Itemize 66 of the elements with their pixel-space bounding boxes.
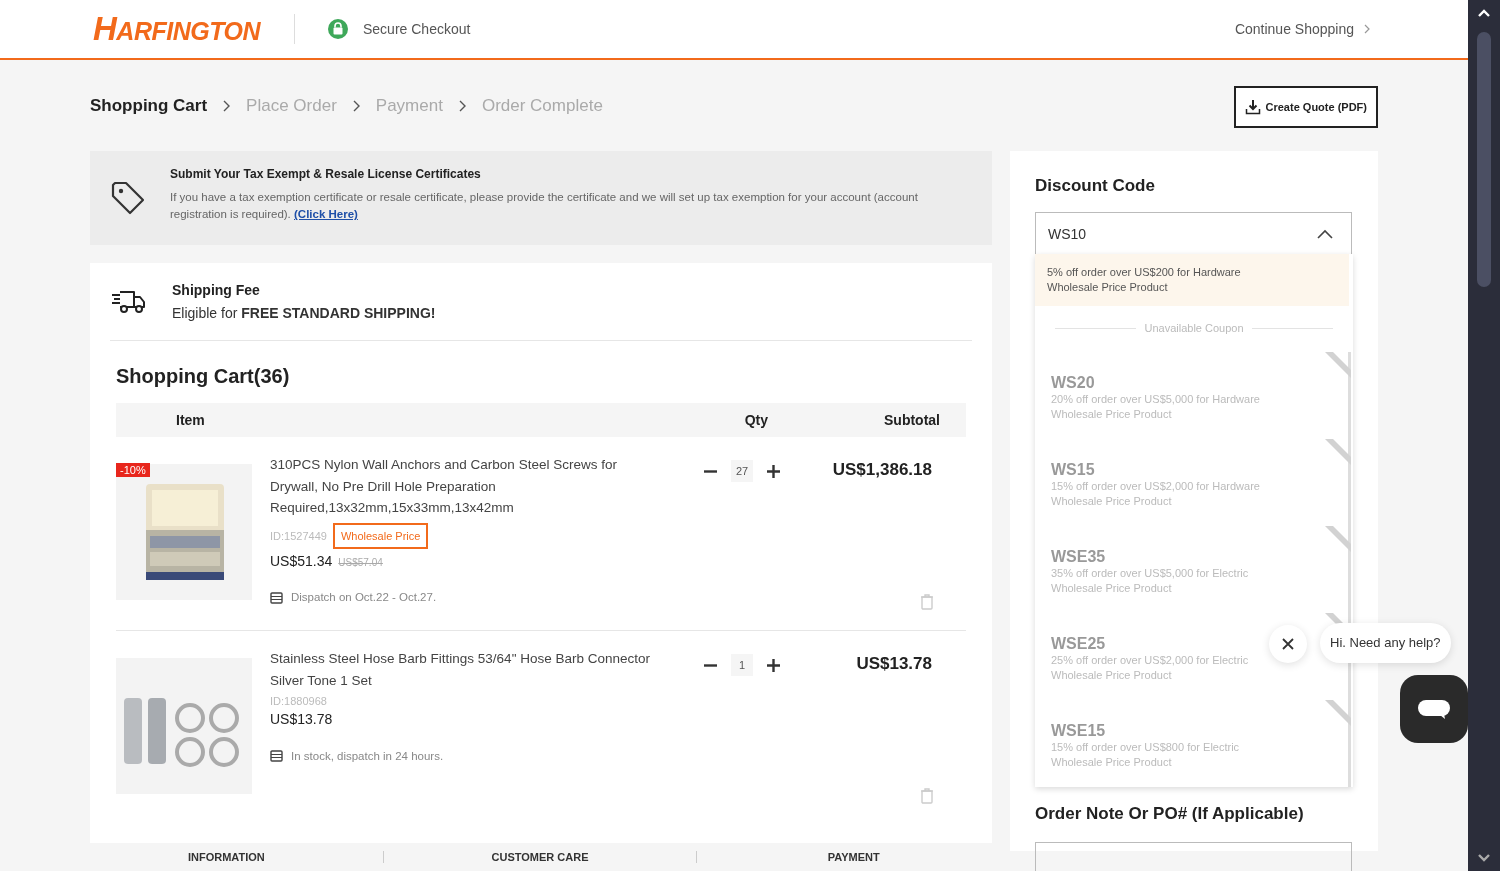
footer-heading[interactable]: INFORMATION [70, 851, 383, 863]
product-id: ID:1880968 [270, 695, 327, 707]
footer-heading[interactable]: CUSTOMER CARE [382, 851, 697, 863]
close-icon [1282, 638, 1294, 650]
checkout-step: Order Complete [481, 95, 603, 116]
create-quote-button[interactable]: Create Quote (PDF) [1233, 85, 1378, 128]
dispatch-info: In stock, dispatch in 24 hours. [291, 749, 444, 762]
coupon-description: 20% off order over US$5,000 for Hardware Wholesale Price Product [1051, 391, 1261, 422]
calendar-icon [270, 590, 283, 604]
discount-code-title: Discount Code [1035, 176, 1156, 196]
checkout-step: Shopping Cart [90, 95, 208, 116]
column-header: Subtotal [884, 412, 940, 428]
coupon-description: 15% off order over US$2,000 for Hardware Wholesale Price Product [1051, 478, 1261, 509]
coupon-code: WS20 [1051, 373, 1095, 392]
cart-title: Shopping Cart(36) [116, 364, 291, 389]
discount-badge: -10% [116, 463, 150, 477]
secure-checkout-label: Secure Checkout [363, 21, 471, 37]
coupon-code: WSE15 [1051, 721, 1106, 740]
wholesale-price-tag: Wholesale Price [332, 522, 429, 549]
unavailable-coupon-label: Unavailable Coupon [1144, 322, 1244, 334]
scroll-up-icon[interactable] [1477, 8, 1491, 18]
click-here-link[interactable]: (Click Here) [294, 208, 358, 220]
unit-price: US$51.34 [270, 552, 333, 569]
lock-icon [327, 18, 349, 40]
calendar-icon [270, 749, 283, 762]
unit-price: US$13.78 [270, 711, 333, 727]
chat-button[interactable] [1400, 675, 1468, 743]
shipping-fee-title: Shipping Fee [172, 282, 261, 298]
download-icon [1244, 98, 1261, 115]
checkout-step: Payment [375, 95, 443, 116]
coupon-option[interactable]: 5% off order over US$200 for Hardware Wholesale Price Product [1035, 254, 1349, 306]
item-subtotal: US$1,386.18 [832, 460, 932, 480]
scroll-down-icon[interactable] [1477, 853, 1491, 863]
coupon-code: WS15 [1051, 460, 1095, 479]
quantity-field[interactable]: 27 [731, 460, 753, 482]
dispatch-info: Dispatch on Oct.22 - Oct.27. [291, 591, 437, 603]
scrollbar-thumb[interactable] [1477, 32, 1491, 287]
coupon-description: 25% off order over US$2,000 for Electric Wholesale Price Product [1051, 652, 1250, 683]
coupon-description: 35% off order over US$5,000 for Electric Wholesale Price Product [1051, 565, 1250, 596]
product-name[interactable]: 310PCS Nylon Wall Anchors and Carbon Steel Screws for Drywall, No Pre Drill Hole Preparation Required,13x32mm,15x33mm,13x42mm [270, 454, 650, 519]
notice-title: Submit Your Tax Exempt & Resale License Certificates [170, 167, 482, 181]
chevron-right-icon [458, 99, 466, 112]
plus-icon[interactable] [767, 659, 780, 672]
footer-heading[interactable]: PAYMENT [696, 851, 1010, 863]
order-note-title: Order Note Or PO# (If Applicable) [1035, 804, 1305, 824]
chevron-right-icon [1364, 24, 1370, 34]
item-subtotal: US$13.78 [856, 654, 932, 674]
shipping-fee-text: Eligible for FREE STANDARD SHIPPING! [172, 305, 436, 321]
price-tag-icon [110, 180, 146, 216]
quantity-field[interactable]: 1 [731, 654, 753, 676]
checkout-step: Place Order [246, 95, 337, 116]
notice-text: If you have a tax exemption certificate or resale certificate, please provide the certificate and we will set up tax exemption for your account (account registration is required). (Click Here) [170, 190, 919, 222]
scrollbar[interactable] [1468, 0, 1500, 871]
column-header: Qty [744, 412, 768, 428]
continue-shopping-link[interactable]: Continue Shopping [1234, 21, 1354, 37]
product-id: ID:1527449 [270, 529, 327, 542]
coupon-code: WSE35 [1051, 547, 1106, 566]
column-header: Item [176, 412, 205, 428]
chat-greeting[interactable]: Hi. Need any help? [1320, 623, 1451, 663]
product-name[interactable]: Stainless Steel Hose Barb Fittings 53/64" Hose Barb Connector Silver Tone 1 Set [270, 648, 650, 691]
chevron-right-icon [352, 99, 360, 112]
coupon-code: WSE25 [1051, 634, 1106, 653]
coupon-description: 15% off order over US$800 for Electric Wholesale Price Product [1051, 739, 1241, 770]
chevron-right-icon [223, 99, 231, 112]
plus-icon[interactable] [767, 465, 780, 478]
original-price: US$57.04 [338, 556, 383, 568]
